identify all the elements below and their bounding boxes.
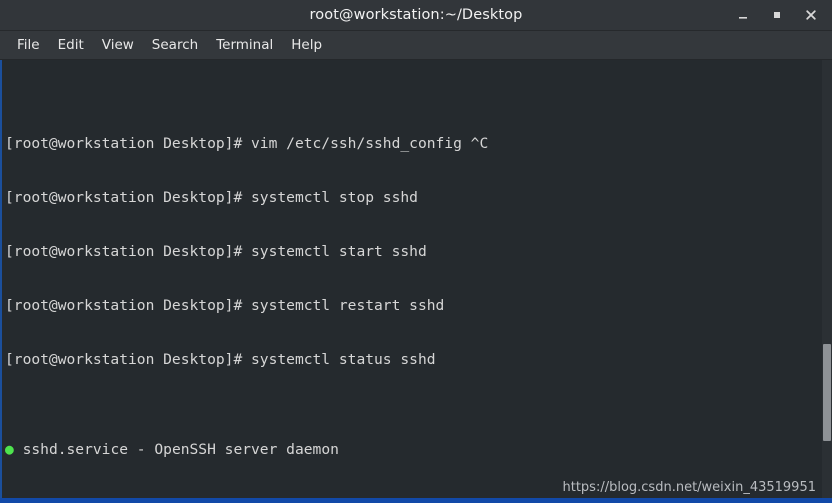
terminal-area[interactable]: [root@workstation Desktop]# vim /etc/ssh… [0, 60, 832, 503]
title-bar[interactable]: root@workstation:~/Desktop [0, 0, 832, 31]
maximize-button[interactable] [760, 0, 794, 30]
menu-item-terminal[interactable]: Terminal [207, 34, 282, 56]
command-text: systemctl stop sshd [251, 189, 418, 206]
command-text: vim /etc/ssh/sshd_config ^C [251, 135, 489, 152]
terminal-line-command: [root@workstation Desktop]# systemctl re… [5, 297, 824, 315]
menu-item-search[interactable]: Search [143, 34, 207, 56]
command-text: systemctl start sshd [251, 243, 427, 260]
minimize-button[interactable] [726, 0, 760, 30]
menu-bar: File Edit View Search Terminal Help [0, 31, 832, 60]
bottom-accent-strip [0, 498, 832, 503]
menu-item-edit[interactable]: Edit [49, 34, 93, 56]
terminal-scrollbar[interactable] [822, 60, 832, 503]
menu-item-view[interactable]: View [93, 34, 143, 56]
window-title: root@workstation:~/Desktop [309, 7, 523, 23]
scrollbar-thumb[interactable] [823, 343, 831, 441]
menu-item-help[interactable]: Help [282, 34, 331, 56]
service-status-bullet-icon: ● [5, 441, 14, 458]
shell-prompt: [root@workstation Desktop]# [5, 189, 252, 206]
shell-prompt: [root@workstation Desktop]# [5, 297, 252, 314]
terminal-line-command: [root@workstation Desktop]# systemctl st… [5, 243, 824, 261]
close-button[interactable] [794, 0, 828, 30]
terminal-output[interactable]: [root@workstation Desktop]# vim /etc/ssh… [2, 60, 824, 503]
window-controls [726, 0, 828, 30]
terminal-window: root@workstation:~/Desktop File Edit Vie… [0, 0, 832, 503]
maximize-icon [774, 12, 780, 18]
terminal-line-command: [root@workstation Desktop]# vim /etc/ssh… [5, 135, 824, 153]
service-unit-text: sshd.service - OpenSSH server daemon [13, 441, 339, 458]
command-text: systemctl restart sshd [251, 297, 445, 314]
shell-prompt: [root@workstation Desktop]# [5, 135, 252, 152]
command-text: systemctl status sshd [251, 351, 436, 368]
shell-prompt: [root@workstation Desktop]# [5, 243, 252, 260]
terminal-line-command: [root@workstation Desktop]# systemctl st… [5, 351, 824, 369]
service-unit-line: ● sshd.service - OpenSSH server daemon [5, 441, 824, 459]
menu-item-file[interactable]: File [8, 34, 49, 56]
shell-prompt: [root@workstation Desktop]# [5, 351, 252, 368]
terminal-line-command: [root@workstation Desktop]# systemctl st… [5, 189, 824, 207]
close-icon [806, 10, 816, 20]
minimize-icon [739, 17, 747, 19]
